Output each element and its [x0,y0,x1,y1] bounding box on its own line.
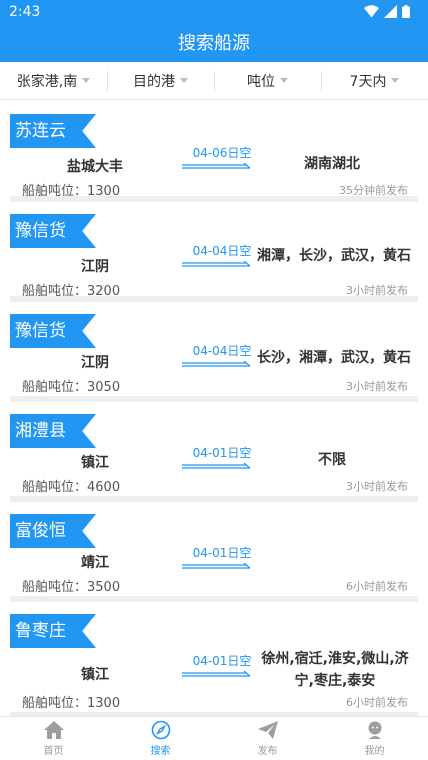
status-bar: 2:43 [0,0,428,26]
tab-home[interactable]: 首页 [0,717,107,760]
status-icons [364,5,410,18]
filter-tonnage[interactable]: 吨位 [214,62,321,99]
compass-icon [151,720,170,740]
bottom-tab-bar: 首页 搜索 发布 我的 [0,716,428,760]
ship-tag: 豫信货 [10,214,96,248]
filter-destination-port[interactable]: 目的港 [107,62,214,99]
ship-tag: 鲁枣庄 [10,614,96,648]
ship-card[interactable]: 豫信货 江阴 04-04日空 湘潭，长沙，武汉，黄石 船舶吨位：3200 3小时… [10,206,418,302]
route-arrow-icon [182,261,250,267]
ship-tag: 富俊恒 [10,514,96,548]
ship-card[interactable]: 湘澧县 镇江 04-01日空 不限 船舶吨位：4600 3小时前发布 [10,406,418,502]
destination-ports: 不限 [318,452,346,468]
filter-origin-label: 张家港,南 [16,73,78,90]
filter-tonnage-label: 吨位 [247,73,275,90]
caret-down-icon [180,78,188,83]
ship-card[interactable]: 富俊恒 靖江 04-01日空 船舶吨位：3500 6小时前发布 [10,506,418,602]
caret-down-icon [391,78,400,83]
ship-tag: 苏连云 [10,114,96,148]
origin-port: 盐城大丰 [67,159,123,175]
wifi-icon [364,5,379,18]
origin-port: 镇江 [81,667,109,683]
ship-card[interactable]: 苏连云 盐城大丰 04-06日空 湖南湖北 船舶吨位：1300 35分钟前发布 [10,106,418,202]
ship-tonnage: 船舶吨位：1300 [22,696,121,711]
posted-time: 3小时前发布 [346,380,408,393]
caret-down-icon [82,78,91,83]
posted-time: 6小时前发布 [346,580,408,593]
tab-search-label: 搜索 [150,746,171,757]
ship-card[interactable]: 鲁枣庄 镇江 04-01日空 徐州,宿迁,淮安,微山,济宁,枣庄,泰安 船舶吨位… [10,606,418,716]
empty-date: 04-01日空 [192,546,252,560]
ship-list[interactable]: 苏连云 盐城大丰 04-06日空 湖南湖北 船舶吨位：1300 35分钟前发布 … [0,100,428,716]
route-arrow-icon [182,563,250,569]
status-time: 2:43 [9,4,41,20]
posted-time: 3小时前发布 [346,284,408,297]
user-icon [368,721,381,739]
destination-ports: 湘潭，长沙，武汉，黄石 [257,248,411,264]
filter-origin-port[interactable]: 张家港,南 [0,62,107,99]
ship-tonnage: 船舶吨位：4600 [22,480,121,495]
destination-ports: 徐州,宿迁,淮安,微山,济宁,枣庄,泰安 [261,651,409,689]
destination-ports: 湖南湖北 [304,156,360,172]
page-title: 搜索船源 [178,33,250,54]
ship-tag: 豫信货 [10,314,96,348]
ship-tonnage: 船舶吨位：3500 [22,580,121,595]
tab-profile-label: 我的 [364,746,385,757]
destination-ports: 长沙，湘潭，武汉，黄石 [257,350,411,366]
filter-time-range[interactable]: 7天内 [321,62,428,99]
tab-search[interactable]: 搜索 [107,717,214,760]
posted-time: 35分钟前发布 [339,184,408,197]
tab-publish-label: 发布 [257,746,278,757]
caret-down-icon [280,78,288,83]
home-icon [43,721,64,739]
tab-profile[interactable]: 我的 [321,717,428,760]
origin-port: 江阴 [81,259,109,275]
posted-time: 6小时前发布 [346,696,408,709]
filter-destination-label: 目的港 [133,73,175,90]
app-bar: 搜索船源 [0,26,428,62]
signal-icon [384,5,397,18]
route-arrow-icon [182,671,250,677]
route-arrow-icon [182,463,250,469]
ship-tonnage: 船舶吨位：3200 [22,284,121,299]
battery-icon [402,5,410,18]
origin-port: 镇江 [81,455,109,471]
tab-home-label: 首页 [43,746,64,757]
paper-plane-icon [257,721,278,739]
posted-time: 3小时前发布 [346,480,408,493]
ship-tonnage: 船舶吨位：3050 [22,380,121,395]
route-arrow-icon [182,163,250,169]
filter-bar: 张家港,南 目的港 吨位 7天内 [0,62,428,100]
route-arrow-icon [182,361,250,367]
ship-tonnage: 船舶吨位：1300 [22,184,121,199]
origin-port: 靖江 [81,555,109,571]
ship-tag: 湘澧县 [10,414,96,448]
tab-publish[interactable]: 发布 [214,717,321,760]
filter-time-label: 7天内 [349,73,387,90]
origin-port: 江阴 [81,355,109,371]
ship-card[interactable]: 豫信货 江阴 04-04日空 长沙，湘潭，武汉，黄石 船舶吨位：3050 3小时… [10,306,418,402]
